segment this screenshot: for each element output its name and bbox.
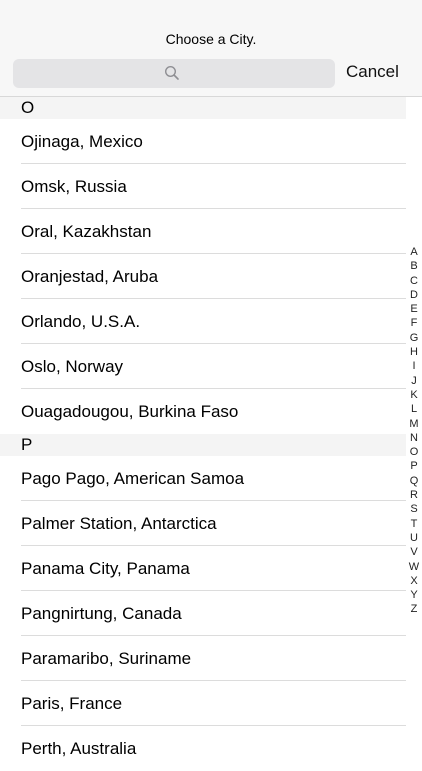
- section-index[interactable]: ABCDEFGHIJKLMNOPQRSTUVWXYZ: [407, 245, 421, 617]
- city-row[interactable]: Oranjestad, Aruba: [0, 254, 406, 299]
- city-row[interactable]: Ouagadougou, Burkina Faso: [0, 389, 406, 434]
- city-name: Pago Pago, American Samoa: [21, 469, 245, 488]
- index-letter-d[interactable]: D: [407, 288, 421, 302]
- city-row[interactable]: Pago Pago, American Samoa: [0, 456, 406, 501]
- section-header-p: P: [0, 434, 406, 456]
- search-field[interactable]: [13, 59, 335, 88]
- section-header-o: O: [0, 97, 406, 119]
- city-name: Palmer Station, Antarctica: [21, 514, 217, 533]
- search-icon: [164, 65, 179, 80]
- index-letter-k[interactable]: K: [407, 388, 421, 402]
- city-row[interactable]: Perth, Australia: [0, 726, 406, 771]
- index-letter-c[interactable]: C: [407, 274, 421, 288]
- index-letter-v[interactable]: V: [407, 545, 421, 559]
- city-name: Ouagadougou, Burkina Faso: [21, 402, 239, 421]
- city-row[interactable]: Paramaribo, Suriname: [0, 636, 406, 681]
- index-letter-l[interactable]: L: [407, 402, 421, 416]
- cancel-button[interactable]: Cancel: [346, 62, 399, 82]
- city-name: Orlando, U.S.A.: [21, 312, 141, 331]
- index-letter-j[interactable]: J: [407, 374, 421, 388]
- index-letter-h[interactable]: H: [407, 345, 421, 359]
- city-row[interactable]: Pangnirtung, Canada: [0, 591, 406, 636]
- index-letter-a[interactable]: A: [407, 245, 421, 259]
- index-letter-o[interactable]: O: [407, 445, 421, 459]
- city-name: Omsk, Russia: [21, 177, 127, 196]
- index-letter-g[interactable]: G: [407, 331, 421, 345]
- city-name: Panama City, Panama: [21, 559, 190, 578]
- city-row[interactable]: Orlando, U.S.A.: [0, 299, 406, 344]
- index-letter-f[interactable]: F: [407, 316, 421, 330]
- city-name: Perth, Australia: [21, 739, 137, 758]
- city-row[interactable]: Ojinaga, Mexico: [0, 119, 406, 164]
- city-name: Pangnirtung, Canada: [21, 604, 182, 623]
- index-letter-x[interactable]: X: [407, 574, 421, 588]
- city-row[interactable]: Paris, France: [0, 681, 406, 726]
- index-letter-b[interactable]: B: [407, 259, 421, 273]
- city-name: Paramaribo, Suriname: [21, 649, 192, 668]
- index-letter-t[interactable]: T: [407, 517, 421, 531]
- city-name: Oslo, Norway: [21, 357, 124, 376]
- index-letter-s[interactable]: S: [407, 502, 421, 516]
- index-letter-q[interactable]: Q: [407, 474, 421, 488]
- city-row[interactable]: Omsk, Russia: [0, 164, 406, 209]
- navigation-header: Choose a City. Cancel: [0, 0, 422, 97]
- city-name: Ojinaga, Mexico: [21, 132, 143, 151]
- city-row[interactable]: Palmer Station, Antarctica: [0, 501, 406, 546]
- index-letter-w[interactable]: W: [407, 560, 421, 574]
- city-name: Oranjestad, Aruba: [21, 267, 159, 286]
- city-name: Paris, France: [21, 694, 123, 713]
- page-title: Choose a City.: [165, 31, 257, 47]
- index-letter-u[interactable]: U: [407, 531, 421, 545]
- index-letter-p[interactable]: P: [407, 459, 421, 473]
- index-letter-i[interactable]: I: [407, 359, 421, 373]
- index-letter-e[interactable]: E: [407, 302, 421, 316]
- index-letter-y[interactable]: Y: [407, 588, 421, 602]
- index-letter-m[interactable]: M: [407, 417, 421, 431]
- index-letter-r[interactable]: R: [407, 488, 421, 502]
- index-letter-n[interactable]: N: [407, 431, 421, 445]
- city-row[interactable]: Oral, Kazakhstan: [0, 209, 406, 254]
- index-letter-z[interactable]: Z: [407, 602, 421, 616]
- city-row[interactable]: Panama City, Panama: [0, 546, 406, 591]
- city-name: Oral, Kazakhstan: [21, 222, 152, 241]
- city-row[interactable]: Oslo, Norway: [0, 344, 406, 389]
